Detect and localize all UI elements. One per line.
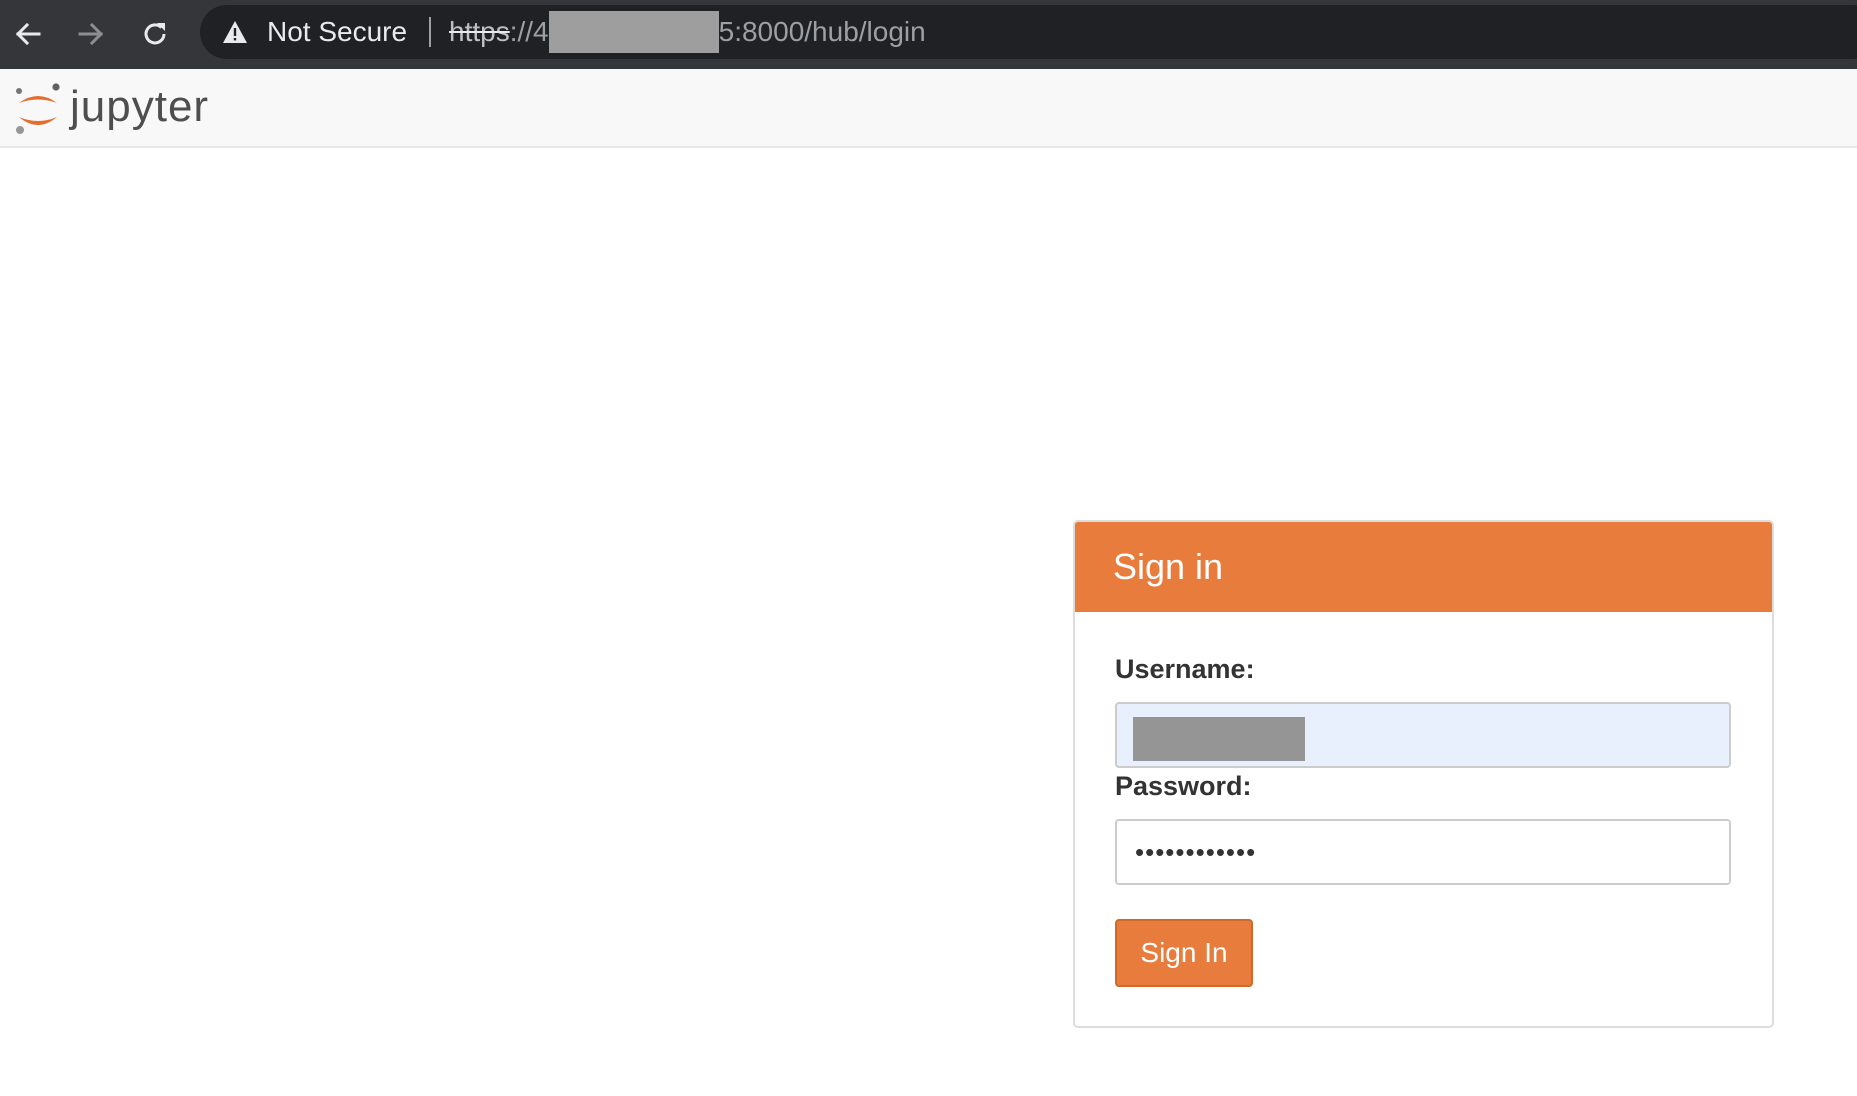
security-indicator[interactable]: Not Secure (267, 16, 407, 48)
redacted-username (1133, 717, 1305, 761)
reload-icon (144, 23, 166, 45)
back-button[interactable] (2, 8, 54, 60)
arrow-right-icon (78, 22, 104, 46)
login-panel: Sign in Username: Password: ••••••••••••… (1073, 520, 1774, 1028)
sign-in-button[interactable]: Sign In (1115, 919, 1253, 987)
url-prefix-visible: 4 (533, 16, 549, 47)
forward-button[interactable] (65, 8, 117, 60)
reload-button[interactable] (129, 8, 181, 60)
url-scheme: https (449, 16, 510, 47)
password-input[interactable]: •••••••••••• (1115, 819, 1731, 885)
jupyter-logo[interactable] (12, 81, 64, 137)
browser-toolbar: Not Secure https :// 4 5 :8000/hub/login (0, 0, 1857, 69)
password-label: Password: (1115, 771, 1252, 801)
omnibox-divider (429, 17, 431, 47)
url-suffix-visible: 5 (718, 16, 735, 47)
address-bar[interactable]: Not Secure https :// 4 5 :8000/hub/login (200, 5, 1857, 59)
username-input[interactable] (1115, 702, 1731, 768)
arrow-left-icon (15, 22, 41, 46)
warning-triangle-icon (223, 21, 247, 43)
jupyterhub-header: jupyter (0, 69, 1857, 148)
url-separator: :// (509, 16, 534, 47)
url-path: :8000/hub/login (734, 16, 926, 47)
panel-heading: Sign in (1075, 522, 1772, 612)
username-label: Username: (1115, 654, 1255, 684)
url-text[interactable]: https :// 4 5 :8000/hub/login (449, 11, 926, 53)
jupyter-wordmark[interactable]: jupyter (70, 82, 209, 132)
redacted-host (548, 11, 719, 53)
